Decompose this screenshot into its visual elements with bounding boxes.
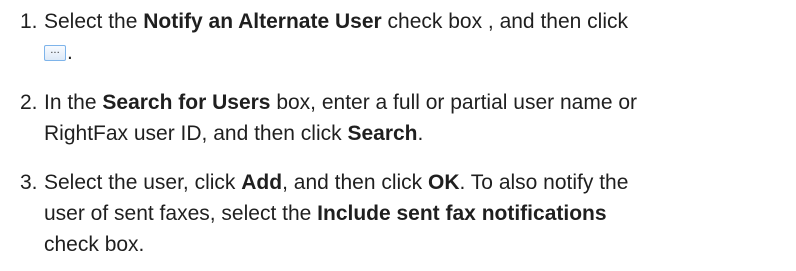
ellipsis-icon: ... — [50, 45, 60, 56]
text: , and then click — [282, 171, 429, 194]
step-line: user of sent faxes, select the Include s… — [44, 198, 784, 229]
step-text: In the Search for Users box, enter a ful… — [44, 87, 784, 149]
step-number: 3. — [20, 171, 38, 194]
step-line: In the Search for Users box, enter a ful… — [44, 87, 784, 118]
step-line: .... — [44, 37, 784, 68]
text: In the — [44, 91, 103, 114]
ui-term-add: Add — [241, 171, 283, 194]
text: RightFax user ID, and then click — [44, 122, 348, 145]
text: Select the user, click — [44, 171, 242, 194]
ui-term-search: Search — [347, 122, 418, 145]
ui-term-ok: OK — [428, 171, 460, 194]
browse-button[interactable]: ... — [44, 45, 66, 61]
text: Select the — [44, 10, 144, 33]
text: check box , and then click — [381, 10, 628, 33]
text: check box. — [44, 233, 145, 256]
text: . — [67, 41, 73, 64]
step-number: 2. — [20, 91, 38, 114]
step-line: Select the Notify an Alternate User chec… — [44, 6, 784, 37]
text: user of sent faxes, select the — [44, 202, 318, 225]
ui-term-include-sent-fax-notifications: Include sent fax notifications — [317, 202, 607, 225]
ui-term-notify-alternate-user: Notify an Alternate User — [143, 10, 382, 33]
step-line: Select the user, click Add, and then cli… — [44, 167, 784, 198]
text: box, enter a full or partial user name o… — [270, 91, 637, 114]
step-text: Select the user, click Add, and then cli… — [44, 167, 784, 260]
ui-term-search-for-users: Search for Users — [102, 91, 271, 114]
step-number: 1. — [20, 10, 38, 33]
step-line: RightFax user ID, and then click Search. — [44, 118, 784, 149]
text: . — [417, 122, 424, 145]
text: . To also notify the — [459, 171, 629, 194]
step-text: Select the Notify an Alternate User chec… — [44, 6, 784, 68]
step-line: check box. — [44, 229, 784, 260]
